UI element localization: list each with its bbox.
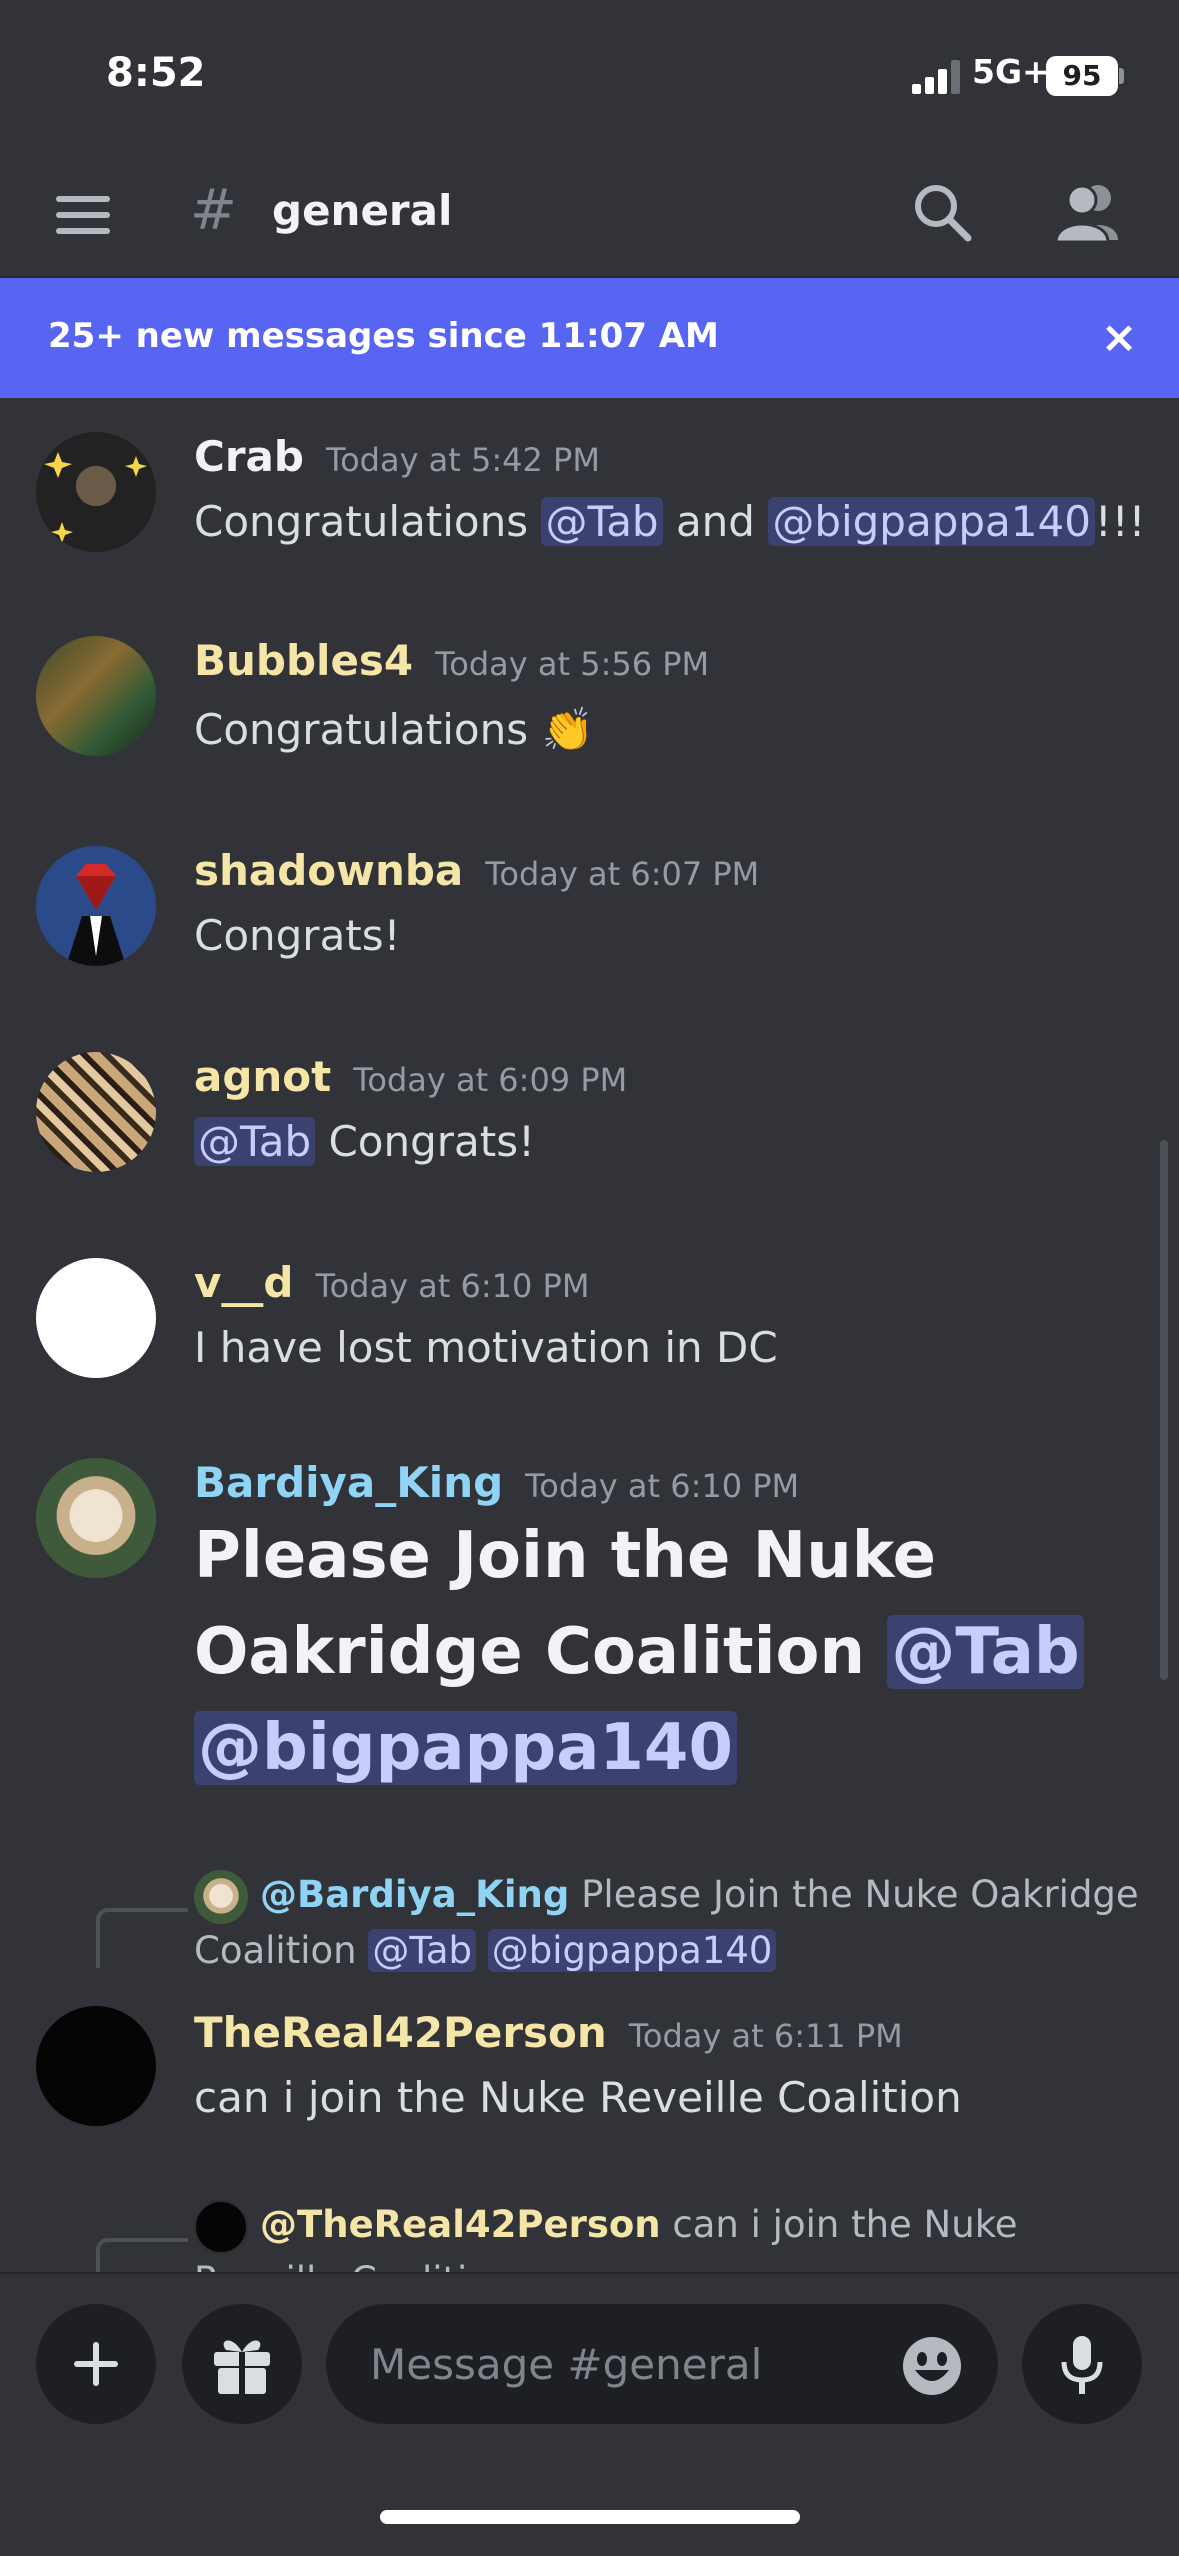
new-messages-text: 25+ new messages since 11:07 AM bbox=[48, 316, 719, 356]
close-icon[interactable]: × bbox=[1098, 312, 1140, 364]
avatar[interactable] bbox=[36, 2006, 156, 2126]
message-text: @Tab Congrats! bbox=[194, 1108, 1154, 1176]
username[interactable]: shadownba bbox=[194, 846, 463, 895]
reply-avatar bbox=[194, 1869, 248, 1924]
reply-avatar bbox=[194, 2199, 248, 2254]
status-time: 8:52 bbox=[106, 50, 206, 96]
message-text: can i join the Nuke Reveille Coalition bbox=[194, 2073, 962, 2122]
avatar[interactable] bbox=[36, 1258, 156, 1378]
username[interactable]: agnot bbox=[194, 1052, 331, 1101]
user-mention[interactable]: @Tab bbox=[368, 1928, 476, 1972]
status-bar: 8:52 5G+ 95 bbox=[0, 0, 1179, 150]
user-mention[interactable]: @bigpappa140 bbox=[194, 1711, 737, 1785]
message-text: Congrats! bbox=[194, 911, 401, 960]
message-text: Congratulations @Tab and @bigpappa140!!! bbox=[194, 497, 1146, 546]
username[interactable]: Bubbles4 bbox=[194, 636, 413, 685]
channel-header: # general bbox=[0, 150, 1179, 278]
scrollbar[interactable] bbox=[1160, 1140, 1168, 1680]
user-mention[interactable]: @Tab bbox=[194, 1117, 316, 1166]
timestamp: Today at 6:10 PM bbox=[315, 1267, 590, 1305]
add-attachment-icon[interactable] bbox=[36, 2304, 156, 2424]
home-indicator[interactable] bbox=[380, 2510, 800, 2524]
channel-hash-icon: # bbox=[190, 178, 237, 243]
username[interactable]: TheReal42Person bbox=[194, 2008, 607, 2057]
avatar[interactable] bbox=[36, 636, 156, 756]
message-header: Crab Today at 5:42 PM bbox=[194, 432, 600, 481]
gift-icon[interactable] bbox=[182, 2304, 302, 2424]
timestamp: Today at 5:42 PM bbox=[325, 441, 600, 479]
timestamp: Today at 6:11 PM bbox=[628, 2017, 903, 2055]
emoji-icon[interactable] bbox=[900, 2334, 964, 2398]
timestamp: Today at 6:10 PM bbox=[525, 1467, 800, 1505]
battery-icon: 95 bbox=[1046, 56, 1118, 96]
timestamp: Today at 6:09 PM bbox=[353, 1061, 628, 1099]
avatar[interactable] bbox=[36, 1458, 156, 1578]
message-header: Bubbles4 Today at 5:56 PM bbox=[194, 636, 709, 685]
user-mention[interactable]: @bigpappa140 bbox=[768, 497, 1095, 546]
timestamp: Today at 6:07 PM bbox=[485, 855, 760, 893]
message-header: agnot Today at 6:09 PM bbox=[194, 1052, 627, 1101]
avatar[interactable] bbox=[36, 1052, 156, 1172]
reply-preview[interactable]: @TheReal42Person can i join the Nuke Rev… bbox=[194, 2198, 1154, 2272]
message-composer bbox=[0, 2272, 1179, 2556]
reply-username[interactable]: @TheReal42Person bbox=[260, 2203, 661, 2246]
message-list[interactable]: Crab Today at 5:42 PM Congratulations @Ta… bbox=[0, 398, 1179, 2272]
reply-connector bbox=[96, 2238, 188, 2272]
message-text: I have lost motivation in DC bbox=[194, 1323, 778, 1372]
message-header: shadownba Today at 6:07 PM bbox=[194, 846, 759, 895]
message-text: Please Join the Nuke Oakridge Coalition … bbox=[194, 1508, 1154, 1796]
message-header: TheReal42Person Today at 6:11 PM bbox=[194, 2008, 903, 2057]
app-screen: 8:52 5G+ 95 # general 25+ new messages s… bbox=[0, 0, 1179, 2556]
microphone-icon[interactable] bbox=[1022, 2304, 1142, 2424]
user-mention[interactable]: @Tab bbox=[541, 497, 663, 546]
message-text: Congratulations 👏 bbox=[194, 705, 594, 754]
hamburger-menu-icon[interactable] bbox=[52, 190, 114, 240]
message-header: Bardiya_King Today at 6:10 PM bbox=[194, 1458, 799, 1507]
user-mention[interactable]: @Tab bbox=[887, 1615, 1084, 1689]
timestamp: Today at 5:56 PM bbox=[435, 645, 710, 683]
new-messages-bar[interactable]: 25+ new messages since 11:07 AM × bbox=[0, 278, 1179, 398]
channel-name[interactable]: general bbox=[272, 186, 452, 235]
network-label: 5G+ bbox=[972, 52, 1050, 91]
username[interactable]: Bardiya_King bbox=[194, 1458, 503, 1507]
avatar[interactable] bbox=[36, 846, 156, 966]
search-icon[interactable] bbox=[910, 180, 974, 244]
signal-icon bbox=[912, 60, 960, 94]
reply-preview[interactable]: @Bardiya_King Please Join the Nuke Oakri… bbox=[194, 1868, 1154, 1978]
username[interactable]: v__d bbox=[194, 1258, 293, 1307]
reply-connector bbox=[96, 1908, 188, 1968]
message-input[interactable] bbox=[326, 2304, 998, 2424]
members-icon[interactable] bbox=[1052, 180, 1124, 244]
user-mention[interactable]: @bigpappa140 bbox=[487, 1928, 777, 1972]
username[interactable]: Crab bbox=[194, 432, 304, 481]
reply-username[interactable]: @Bardiya_King bbox=[260, 1873, 569, 1916]
message-header: v__d Today at 6:10 PM bbox=[194, 1258, 589, 1307]
battery-nub bbox=[1119, 68, 1124, 84]
avatar[interactable] bbox=[36, 432, 156, 552]
